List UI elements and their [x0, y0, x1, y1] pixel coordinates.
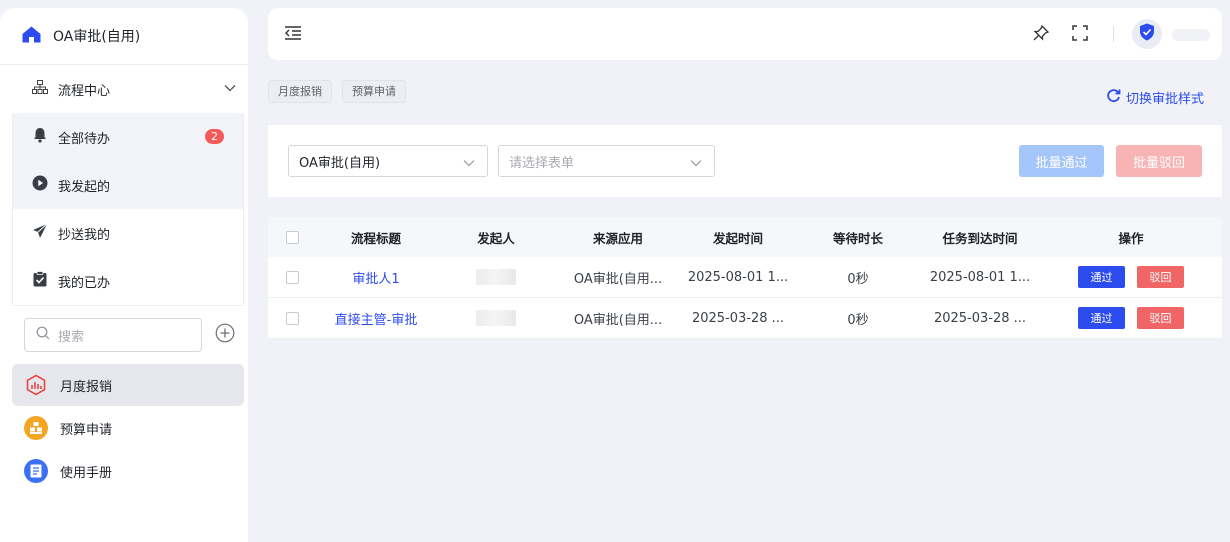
- switch-style-button[interactable]: 切换审批样式: [1106, 88, 1204, 107]
- row-title-link[interactable]: 审批人1: [326, 257, 426, 297]
- avatar[interactable]: [1132, 19, 1162, 49]
- row-checkbox[interactable]: [285, 311, 299, 325]
- header-arrive-time: 任务到达时间: [942, 230, 1018, 246]
- row-initiator: [464, 298, 528, 338]
- fullscreen-icon[interactable]: [1072, 25, 1088, 45]
- tab-monthly-reimburse[interactable]: 月度报销: [268, 80, 332, 103]
- nav-item-label: 我发起的: [58, 179, 111, 195]
- form-select-placeholder: 请选择表单: [509, 155, 575, 171]
- row-source-app: OA审批(自用...: [573, 271, 663, 287]
- process-center-group: 流程中心 全部待办 2 我发起的 抄送我的 我的已办: [0, 65, 248, 306]
- chevron-down-icon[interactable]: [224, 81, 236, 96]
- nav-item-label: 我的已办: [58, 275, 111, 291]
- shield-icon: [1139, 23, 1155, 45]
- page-tabs: 月度报销 预算申请: [268, 80, 416, 103]
- switch-style-label: 切换审批样式: [1126, 92, 1205, 107]
- add-app-button[interactable]: [215, 323, 235, 347]
- table-row: 直接主管-审批 OA审批(自用... 2025-03-28 ... 0秒 202…: [268, 298, 1222, 339]
- table-row: 审批人1 OA审批(自用... 2025-08-01 1... 0秒 2025-…: [268, 257, 1222, 298]
- row-source-app: OA审批(自用...: [573, 312, 663, 328]
- select-all-cell: [280, 217, 304, 257]
- form-type-value: OA审批(自用): [299, 155, 381, 171]
- reject-button[interactable]: 驳回: [1137, 307, 1184, 329]
- reject-button[interactable]: 驳回: [1137, 266, 1184, 288]
- initiator-blurred: [476, 269, 516, 285]
- app-item-monthly-reimburse[interactable]: 月度报销: [12, 364, 244, 406]
- pass-button[interactable]: 通过: [1078, 266, 1125, 288]
- chevron-down-icon: [463, 156, 475, 171]
- app-search-row: 搜索: [0, 306, 248, 352]
- app-item-manual[interactable]: 使用手册: [12, 450, 244, 492]
- row-actions: 通过 驳回: [1068, 298, 1194, 338]
- chevron-down-icon: [690, 156, 702, 171]
- play-icon: [32, 175, 48, 195]
- header-wait-time: 等待时长: [832, 230, 883, 246]
- row-start-time: 2025-03-28 ...: [691, 310, 785, 326]
- bell-icon: [32, 127, 48, 147]
- send-icon: [32, 223, 48, 243]
- top-bar: [268, 8, 1222, 60]
- batch-pass-button[interactable]: 批量通过: [1019, 145, 1104, 177]
- filter-bar: OA审批(自用) 请选择表单 批量通过 批量驳回: [268, 125, 1222, 197]
- app-item-label: 月度报销: [60, 379, 113, 395]
- menu-collapse-icon[interactable]: [284, 25, 302, 45]
- table-header: 流程标题 发起人 来源应用 发起时间 等待时长 任务到达时间 操作: [268, 217, 1222, 257]
- header-title: 流程标题: [350, 230, 401, 246]
- refresh-icon: [1106, 88, 1121, 107]
- toolbar-divider: [1113, 26, 1114, 42]
- header-initiator: 发起人: [477, 230, 515, 246]
- row-check-cell: [280, 257, 304, 297]
- form-select[interactable]: 请选择表单: [498, 145, 715, 177]
- row-actions: 通过 驳回: [1068, 257, 1194, 297]
- search-icon: [36, 326, 50, 344]
- row-check-cell: [280, 298, 304, 338]
- nav-item-label: 抄送我的: [58, 227, 111, 243]
- process-center-toggle[interactable]: 流程中心: [0, 65, 248, 113]
- tab-budget[interactable]: 预算申请: [342, 80, 406, 103]
- budget-icon: [24, 416, 48, 440]
- initiator-blurred: [476, 310, 516, 326]
- app-item-label: 使用手册: [60, 465, 113, 481]
- task-table: 流程标题 发起人 来源应用 发起时间 等待时长 任务到达时间 操作 审批人1 O…: [268, 217, 1222, 339]
- header-actions: 操作: [1118, 230, 1144, 246]
- pass-button[interactable]: 通过: [1078, 307, 1125, 329]
- app-list: 月度报销 预算申请 使用手册: [0, 364, 248, 492]
- sidebar: OA审批(自用) 流程中心 全部待办 2 我发起的 抄送我的 我的已办 搜索 月…: [0, 8, 248, 542]
- nav-item-cc[interactable]: 抄送我的: [13, 209, 243, 257]
- row-arrive-time: 2025-03-28 ...: [933, 310, 1027, 326]
- row-wait-time: 0秒: [847, 271, 869, 287]
- app-item-budget[interactable]: 预算申请: [12, 407, 244, 449]
- header-start-time: 发起时间: [712, 230, 763, 246]
- nav-item-initiated[interactable]: 我发起的: [13, 161, 243, 209]
- row-arrive-time: 2025-08-01 1...: [929, 269, 1031, 285]
- manual-icon: [24, 459, 48, 483]
- process-nav: 全部待办 2 我发起的 抄送我的 我的已办: [12, 113, 244, 306]
- nav-item-done[interactable]: 我的已办: [13, 257, 243, 305]
- home-icon[interactable]: [22, 26, 41, 47]
- batch-reject-button[interactable]: 批量驳回: [1116, 145, 1202, 177]
- search-placeholder: 搜索: [58, 329, 85, 345]
- todo-count-badge: 2: [205, 129, 224, 144]
- user-name-blurred[interactable]: [1172, 29, 1210, 41]
- report-icon: [24, 373, 48, 397]
- select-all-checkbox[interactable]: [285, 230, 299, 244]
- process-center-label: 流程中心: [58, 83, 111, 99]
- app-item-label: 预算申请: [60, 422, 113, 438]
- pin-icon[interactable]: [1032, 24, 1050, 46]
- row-start-time: 2025-08-01 1...: [687, 269, 789, 285]
- row-checkbox[interactable]: [285, 270, 299, 284]
- brand-title: OA审批(自用): [53, 29, 141, 45]
- header-source-app: 来源应用: [592, 230, 643, 246]
- clipboard-check-icon: [32, 271, 48, 291]
- org-chart-icon: [32, 80, 48, 98]
- nav-item-label: 全部待办: [58, 131, 111, 147]
- row-wait-time: 0秒: [847, 312, 869, 328]
- form-type-select[interactable]: OA审批(自用): [288, 145, 488, 177]
- search-input[interactable]: 搜索: [24, 318, 202, 352]
- nav-item-all-todo[interactable]: 全部待办 2: [13, 113, 243, 161]
- brand: OA审批(自用): [0, 8, 248, 65]
- row-initiator: [464, 257, 528, 297]
- row-title-link[interactable]: 直接主管-审批: [326, 298, 426, 338]
